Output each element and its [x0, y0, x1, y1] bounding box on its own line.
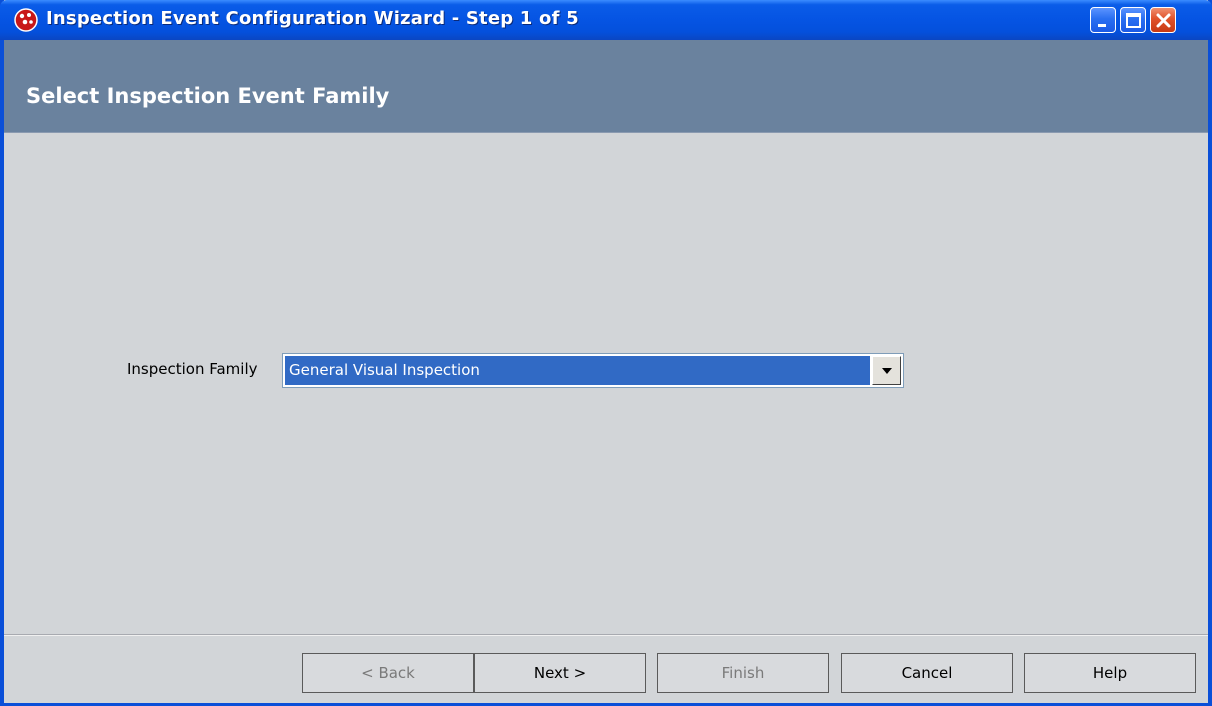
- help-button[interactable]: Help: [1024, 653, 1196, 693]
- wizard-footer: < Back Next > Finish Cancel Help: [4, 635, 1208, 703]
- app-icon: [14, 8, 38, 32]
- page-title: Select Inspection Event Family: [26, 84, 390, 108]
- title-bar[interactable]: Inspection Event Configuration Wizard - …: [0, 0, 1212, 40]
- wizard-content: Inspection Family General Visual Inspect…: [4, 133, 1208, 635]
- close-button[interactable]: [1150, 7, 1176, 33]
- wizard-header: Select Inspection Event Family: [4, 40, 1208, 133]
- inspection-family-label: Inspection Family: [127, 360, 258, 378]
- minimize-button[interactable]: [1090, 7, 1116, 33]
- maximize-button[interactable]: [1120, 7, 1146, 33]
- dropdown-arrow-button[interactable]: [872, 356, 901, 385]
- cancel-button[interactable]: Cancel: [841, 653, 1013, 693]
- window-title: Inspection Event Configuration Wizard - …: [46, 8, 579, 29]
- finish-button[interactable]: Finish: [657, 653, 829, 693]
- wizard-window: Inspection Event Configuration Wizard - …: [0, 0, 1212, 706]
- inspection-family-dropdown[interactable]: General Visual Inspection: [282, 353, 904, 388]
- next-button[interactable]: Next >: [474, 653, 646, 693]
- back-button[interactable]: < Back: [302, 653, 474, 693]
- inspection-family-selected-value[interactable]: General Visual Inspection: [285, 356, 870, 385]
